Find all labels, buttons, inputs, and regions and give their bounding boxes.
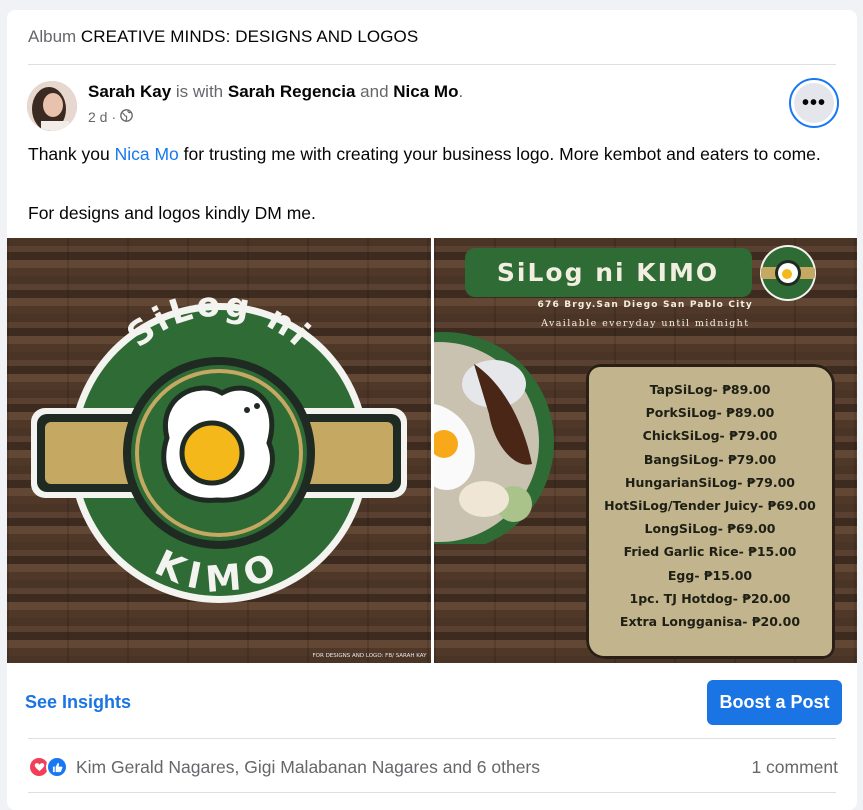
menu-item: PorkSiLog- ₱89.00 <box>645 405 775 421</box>
meta-sep: · <box>111 109 117 125</box>
text-fragment: Thank you <box>28 144 110 164</box>
globe-icon[interactable] <box>120 109 133 125</box>
logo-photo[interactable]: SiLog ni KIMO FOR DESIGNS AND LOGO: FB/ … <box>7 238 431 663</box>
with-text: is with <box>175 82 224 101</box>
post-text-line-1: Thank you Nica Mo for trusting me with c… <box>28 141 838 167</box>
tagged-user-2[interactable]: Nica Mo <box>393 82 458 101</box>
more-options-button[interactable]: ••• <box>789 78 839 128</box>
menu-item: HungarianSiLog- ₱79.00 <box>625 474 795 490</box>
menu-item: HotSiLog/Tender Juicy- ₱69.00 <box>604 498 816 514</box>
divider <box>28 64 836 65</box>
post-header: Sarah Kay is with Sarah Regencia and Nic… <box>88 82 463 102</box>
reactions-summary[interactable]: Kim Gerald Nagares, Gigi Malabanan Nagar… <box>28 756 540 778</box>
mention-link[interactable]: Nica Mo <box>115 144 179 164</box>
album-prefix: Album <box>28 27 77 46</box>
menu-item: TapSiLog- ₱89.00 <box>649 382 771 397</box>
food-photo <box>433 332 554 544</box>
comments-count[interactable]: 1 comment <box>751 757 838 778</box>
avatar[interactable] <box>27 81 77 131</box>
menu-list: TapSiLog- ₱89.00 PorkSiLog- ₱89.00 Chick… <box>586 378 835 633</box>
tagged-user-1[interactable]: Sarah Regencia <box>228 82 356 101</box>
menu-item: BangSiLog- ₱79.00 <box>643 451 777 467</box>
menu-photo[interactable]: SiLog ni KIMO 676 Brgy.San Diego San Pab… <box>433 238 857 663</box>
menu-item: 1pc. TJ Hotdog- ₱20.00 <box>629 590 791 606</box>
menu-badge-logo <box>759 245 816 301</box>
menu-title-banner: SiLog ni KIMO <box>464 248 752 297</box>
boost-post-button[interactable]: Boost a Post <box>707 680 842 725</box>
author-name[interactable]: Sarah Kay <box>88 82 171 101</box>
menu-item: LongSiLog- ₱69.00 <box>644 521 776 537</box>
post-time[interactable]: 2 d <box>88 109 107 125</box>
post-card: Album CREATIVE MINDS: DESIGNS AND LOGOS … <box>7 10 857 810</box>
divider <box>28 792 836 793</box>
logo-credit: FOR DESIGNS AND LOGO: FB/ SARAH KAY <box>312 653 427 659</box>
logo-graphic: SiLog ni KIMO <box>31 284 407 603</box>
menu-item: ChickSiLog- ₱79.00 <box>642 428 778 444</box>
menu-address: 676 Brgy.San Diego San Pablo City <box>537 300 753 310</box>
reaction-icons <box>28 756 68 778</box>
album-name[interactable]: CREATIVE MINDS: DESIGNS AND LOGOS <box>81 27 418 46</box>
menu-item: Egg- ₱15.00 <box>667 567 753 583</box>
more-options-icon: ••• <box>794 83 834 123</box>
post-meta: 2 d · <box>88 109 133 125</box>
like-reaction-icon <box>46 756 68 778</box>
text-fragment: for trusting me with creating your busin… <box>183 144 821 164</box>
photo-grid: SiLog ni KIMO FOR DESIGNS AND LOGO: FB/ … <box>7 238 857 663</box>
and-text: and <box>360 82 389 101</box>
menu-item: Fried Garlic Rice- ₱15.00 <box>623 544 797 560</box>
divider <box>28 738 836 739</box>
post-text-line-2: For designs and logos kindly DM me. <box>28 203 316 223</box>
period: . <box>458 82 464 101</box>
reactors-text: Kim Gerald Nagares, Gigi Malabanan Nagar… <box>76 756 540 777</box>
see-insights-link[interactable]: See Insights <box>25 692 131 713</box>
album-title[interactable]: Album CREATIVE MINDS: DESIGNS AND LOGOS <box>28 27 418 47</box>
menu-parchment: TapSiLog- ₱89.00 PorkSiLog- ₱89.00 Chick… <box>585 364 835 659</box>
menu-title: SiLog ni KIMO <box>496 258 720 287</box>
menu-item: Extra Longganisa- ₱20.00 <box>619 614 801 630</box>
